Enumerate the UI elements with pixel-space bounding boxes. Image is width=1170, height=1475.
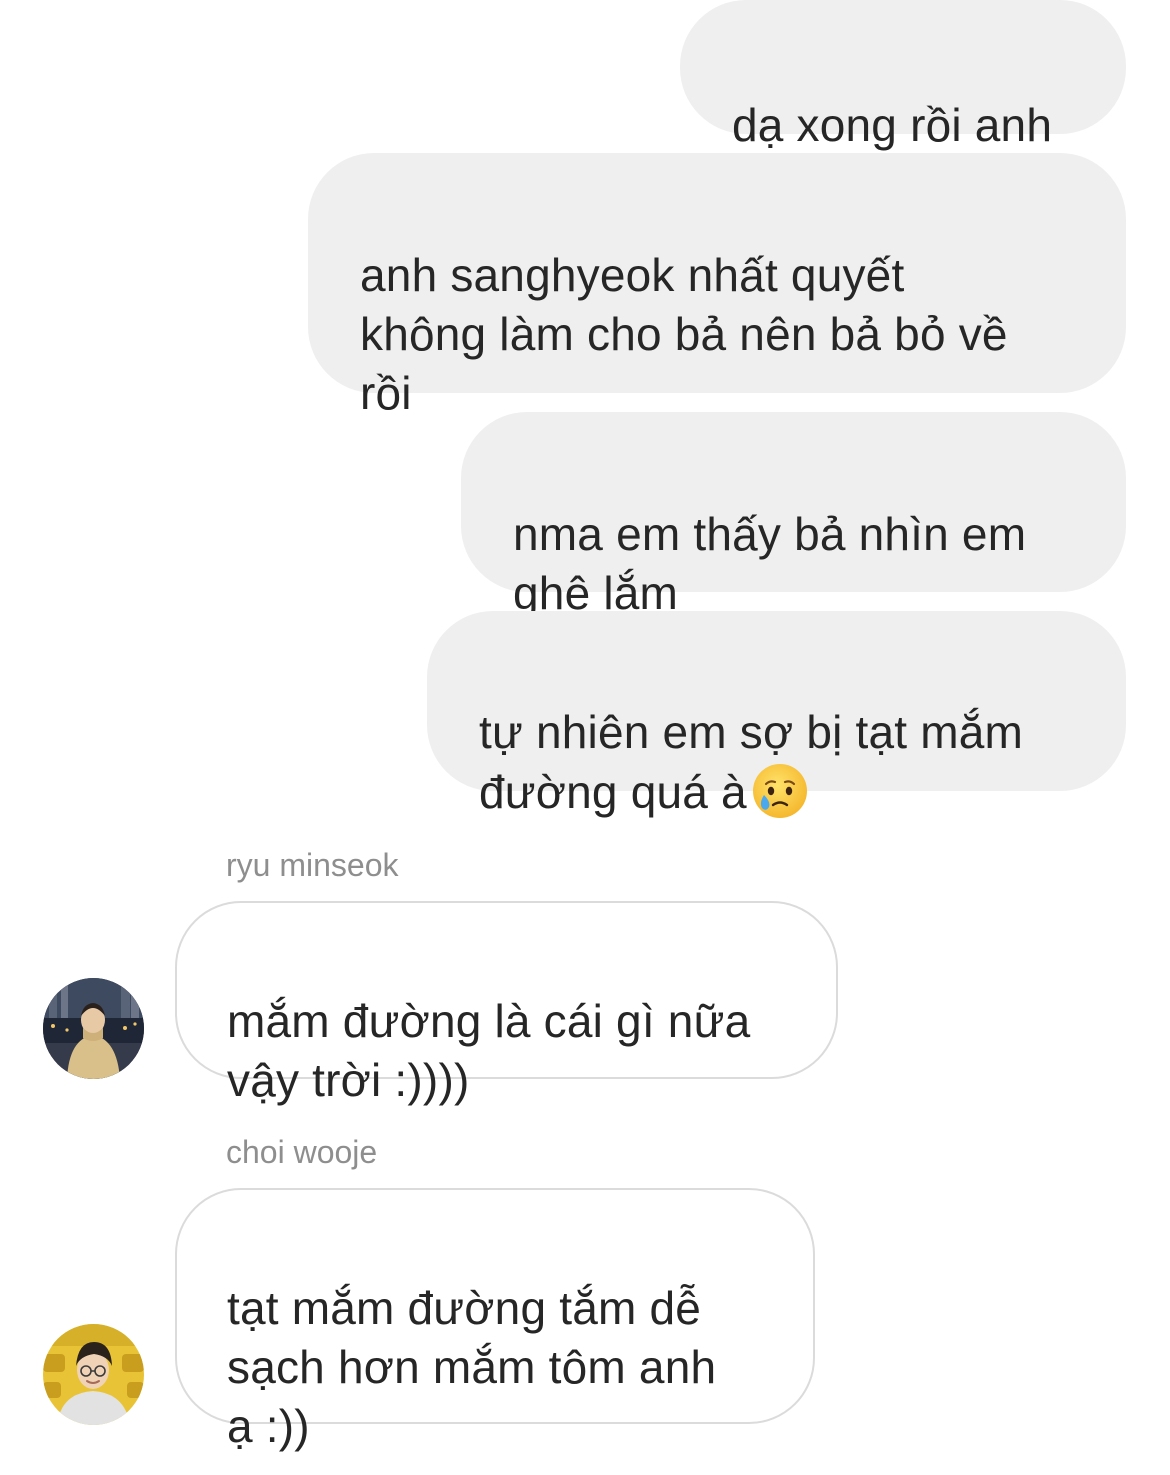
sender-name: choi wooje [226,1134,378,1170]
photo-person-night-city-icon [43,978,144,1079]
message-text: mắm đường là cái gì nữa vậy trời :)))) [227,995,751,1106]
outgoing-message[interactable]: anh sanghyeok nhất quyết không làm cho b… [308,153,1126,419]
incoming-message[interactable]: tạt mắm đường tắm dễ sạch hơn mắm tôm an… [175,1188,815,1452]
message-text: tạt mắm đường tắm dễ sạch hơn mắm tôm an… [227,1282,717,1452]
outgoing-message[interactable]: nma em thấy bả nhìn em ghê lắm [461,412,1126,619]
message-text: dạ xong rồi anh [732,99,1053,151]
avatar[interactable] [43,978,144,1079]
outgoing-message[interactable]: dạ xong rồi anh [680,0,1126,151]
avatar[interactable] [43,1324,144,1425]
face-holding-back-tears-icon [751,762,809,820]
message-text: anh sanghyeok nhất quyết không làm cho b… [360,249,1008,419]
message-text: nma em thấy bả nhìn em ghê lắm [513,508,1027,619]
sender-name: ryu minseok [226,847,399,883]
incoming-message[interactable]: mắm đường là cái gì nữa vậy trời :)))) [175,901,838,1106]
outgoing-message[interactable]: tự nhiên em sợ bị tạt mắm đường quá à [427,611,1126,818]
photo-person-yellow-seats-icon [43,1324,144,1425]
